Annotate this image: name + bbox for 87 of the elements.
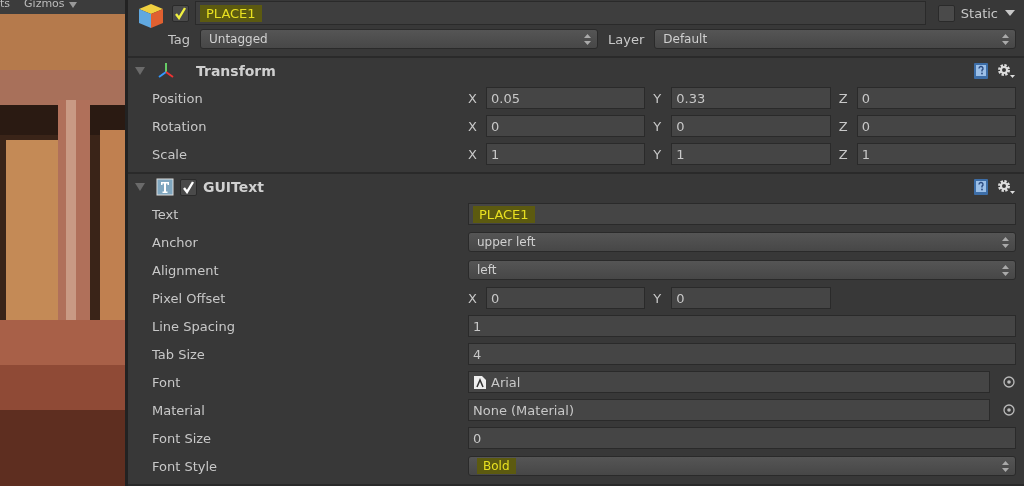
field-value: 0 (473, 430, 482, 446)
property-label: Line Spacing (151, 318, 236, 334)
field-value: 1 (473, 318, 482, 334)
axis-label: Y (653, 118, 663, 134)
dropdown[interactable]: left (468, 260, 1016, 280)
caret-icon[interactable] (1004, 9, 1016, 17)
up-down-arrows-icon (1002, 33, 1009, 45)
text-component-icon (156, 178, 174, 196)
enabled-checkbox[interactable] (180, 178, 197, 196)
axis-label: X (468, 146, 478, 162)
property-label: Pixel Offset (151, 290, 227, 306)
static-label: Static (960, 5, 998, 21)
help-icon[interactable] (972, 178, 990, 196)
dropdown-value: left (477, 263, 497, 277)
up-down-arrows-icon (1002, 460, 1009, 472)
number-field[interactable]: 0 (856, 115, 1016, 137)
text-field[interactable]: 0 (468, 427, 1016, 449)
font-file-icon (473, 374, 487, 390)
dropdown-value: Bold (477, 458, 516, 474)
help-icon (974, 63, 988, 79)
up-down-arrows-icon (1002, 236, 1009, 248)
number-field[interactable]: 0 (856, 87, 1016, 109)
caret-icon[interactable] (68, 2, 77, 8)
settings-icon[interactable] (996, 178, 1016, 196)
number-field[interactable]: 0 (486, 287, 646, 309)
tag-label: Tag (168, 31, 190, 47)
object-picker-icon (1003, 404, 1015, 416)
name-field[interactable]: PLACE1 (195, 1, 926, 25)
help-icon[interactable] (972, 62, 990, 80)
static-checkbox[interactable] (937, 4, 955, 22)
number-field[interactable]: 0 (486, 115, 646, 137)
axes-icon (156, 61, 176, 81)
axis-label: Y (653, 90, 663, 106)
up-down-arrows-icon (584, 33, 591, 45)
axis-label: X (468, 290, 478, 306)
dropdown[interactable]: upper left (468, 232, 1016, 252)
property-label: Alignment (151, 262, 220, 278)
dropdown[interactable]: Bold (468, 456, 1016, 476)
axis-label: X (468, 90, 478, 106)
property-label: Tab Size (151, 346, 206, 362)
property-label: Anchor (151, 234, 199, 250)
text-field[interactable]: 4 (468, 343, 1016, 365)
field-value: PLACE1 (473, 205, 535, 223)
number-field[interactable]: 0.33 (671, 87, 831, 109)
component-title[interactable]: GUIText (203, 179, 264, 195)
number-field[interactable]: 1 (486, 143, 646, 165)
object-picker-icon[interactable] (1002, 375, 1016, 389)
number-field[interactable]: 0 (671, 287, 831, 309)
axis-label: Y (653, 146, 663, 162)
object-field[interactable]: Arial (468, 371, 990, 393)
property-label: Position (151, 90, 204, 106)
field-value: 4 (473, 346, 482, 362)
property-label: Text (151, 206, 180, 222)
object-picker-icon[interactable] (1002, 403, 1016, 417)
number-field[interactable]: 1 (671, 143, 831, 165)
number-field[interactable]: 0.05 (486, 87, 646, 109)
property-label: Font Size (151, 430, 213, 446)
name-value: PLACE1 (200, 4, 262, 22)
number-field[interactable]: 0 (671, 115, 831, 137)
property-label: Material (151, 402, 206, 418)
up-down-arrows-icon (1002, 264, 1009, 276)
tag-dropdown[interactable]: Untagged (200, 29, 598, 49)
axis-label: Z (838, 118, 849, 134)
active-checkbox[interactable] (172, 4, 189, 22)
settings-icon (998, 180, 1015, 194)
toolbar-item[interactable]: ts (0, 0, 11, 12)
settings-icon[interactable] (996, 62, 1016, 80)
property-label: Font (151, 374, 182, 390)
object-field[interactable]: None (Material) (468, 399, 990, 421)
property-label: Rotation (151, 118, 208, 134)
cube-icon (136, 1, 166, 31)
layer-dropdown[interactable]: Default (654, 29, 1016, 49)
layer-label: Layer (608, 31, 645, 47)
help-icon (974, 179, 988, 195)
property-label: Font Style (151, 458, 219, 474)
axis-label: Y (653, 290, 663, 306)
component-title[interactable]: Transform (196, 63, 276, 79)
text-field[interactable]: 1 (468, 315, 1016, 337)
object-picker-icon (1003, 376, 1015, 388)
text-field[interactable]: PLACE1 (468, 203, 1016, 225)
dropdown-value: upper left (477, 235, 536, 249)
property-label: Scale (151, 146, 188, 162)
settings-icon (998, 64, 1015, 78)
axis-label: Z (838, 90, 849, 106)
number-field[interactable]: 1 (856, 143, 1016, 165)
axis-label: Z (838, 146, 849, 162)
axis-label: X (468, 118, 478, 134)
